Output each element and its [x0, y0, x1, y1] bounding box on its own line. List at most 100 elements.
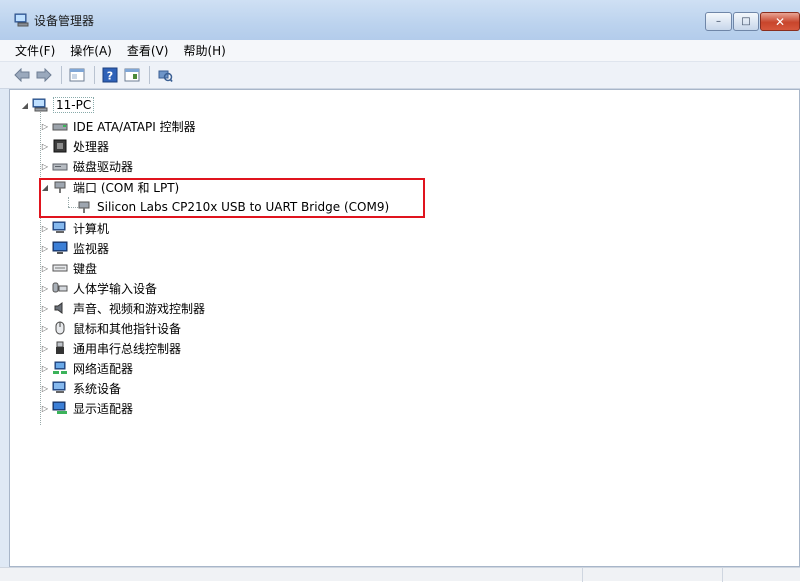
display-adapter-icon — [52, 401, 68, 415]
back-button[interactable] — [12, 65, 32, 85]
tree-root-label: 11-PC — [53, 97, 95, 113]
processor-icon — [52, 139, 68, 153]
expand-arrow-icon[interactable]: ▷ — [40, 403, 50, 413]
menu-action[interactable]: 操作(A) — [70, 42, 112, 59]
status-bar-segment — [582, 568, 722, 582]
tree-item-label: 监视器 — [73, 241, 110, 256]
tree-item[interactable]: ▷ 键盘 — [40, 259, 97, 277]
scan-hardware-icon — [158, 70, 173, 83]
tree-item[interactable]: ▷ 系统设备 — [40, 379, 121, 397]
tree-item[interactable]: ▷ 人体学输入设备 — [40, 279, 157, 297]
tree-item-ports[interactable]: ◢ 端口 (COM 和 LPT) — [40, 178, 179, 196]
tree-item-label: 通用串行总线控制器 — [73, 341, 182, 356]
minimize-icon: – — [716, 15, 721, 27]
tree-item-label: 声音、视频和游戏控制器 — [73, 301, 206, 316]
show-hidden-button[interactable] — [122, 65, 142, 85]
expand-arrow-icon[interactable]: ▷ — [40, 303, 50, 313]
expand-arrow-icon[interactable]: ▷ — [40, 383, 50, 393]
tree-item[interactable]: ▷ 鼠标和其他指针设备 — [40, 319, 181, 337]
hid-icon — [52, 281, 68, 295]
usb-icon — [52, 341, 68, 355]
computer-icon — [52, 221, 68, 235]
ide-controller-icon — [52, 119, 68, 133]
tree-item[interactable]: ▷ 网络适配器 — [40, 359, 133, 377]
window-title: 设备管理器 — [34, 14, 95, 28]
tree-item-label: 磁盘驱动器 — [73, 159, 134, 174]
maximize-button[interactable]: □ — [733, 12, 759, 31]
title-bar[interactable]: 设备管理器 – □ ✕ — [0, 0, 800, 40]
properties-button[interactable] — [67, 65, 87, 85]
toolbar-separator — [149, 66, 150, 84]
menu-help[interactable]: 帮助(H) — [183, 42, 225, 59]
tree-connector — [68, 197, 69, 207]
forward-arrow-icon — [36, 68, 52, 82]
tree-item-label: 人体学输入设备 — [73, 281, 158, 296]
tree-item[interactable]: ▷ 磁盘驱动器 — [40, 157, 133, 175]
tree-root[interactable]: ◢ 11-PC — [20, 96, 95, 114]
mouse-icon — [52, 321, 68, 335]
tree-item[interactable]: ▷ IDE ATA/ATAPI 控制器 — [40, 117, 196, 135]
expand-arrow-icon[interactable]: ▷ — [40, 161, 50, 171]
tree-item[interactable]: ▷ 通用串行总线控制器 — [40, 339, 181, 357]
expand-arrow-icon[interactable]: ▷ — [40, 283, 50, 293]
status-bar — [0, 567, 800, 582]
tree-item-label: 显示适配器 — [73, 401, 134, 416]
help-button[interactable]: ? — [100, 65, 120, 85]
scan-hardware-button[interactable] — [155, 65, 175, 85]
toolbar-separator — [61, 66, 62, 84]
close-icon: ✕ — [774, 14, 786, 29]
expand-arrow-icon[interactable]: ▷ — [40, 121, 50, 131]
back-arrow-icon — [14, 68, 30, 82]
maximize-icon: □ — [741, 15, 751, 27]
disk-drive-icon — [52, 159, 68, 173]
network-icon — [52, 361, 68, 375]
tree-item-label: 端口 (COM 和 LPT) — [73, 180, 180, 195]
tree-child-label: Silicon Labs CP210x USB to UART Bridge (… — [97, 200, 390, 214]
collapse-arrow-icon[interactable]: ◢ — [40, 182, 50, 192]
tree-item-label: 系统设备 — [73, 381, 122, 396]
forward-button[interactable] — [34, 65, 54, 85]
collapse-arrow-icon[interactable]: ◢ — [20, 100, 30, 110]
toolbar: ? — [0, 62, 800, 89]
system-device-icon — [52, 381, 68, 395]
keyboard-icon — [52, 261, 68, 275]
tree-item[interactable]: ▷ 显示适配器 — [40, 399, 133, 417]
expand-arrow-icon[interactable]: ▷ — [40, 223, 50, 233]
tree-item[interactable]: ▷ 处理器 — [40, 137, 109, 155]
close-button[interactable]: ✕ — [760, 12, 800, 31]
expand-arrow-icon[interactable]: ▷ — [40, 141, 50, 151]
help-icon: ? — [102, 67, 118, 83]
tree-item-label: IDE ATA/ATAPI 控制器 — [73, 119, 196, 134]
tree-item[interactable]: ▷ 声音、视频和游戏控制器 — [40, 299, 205, 317]
device-manager-window: 设备管理器 – □ ✕ 文件(F) 操作(A) 查看(V) 帮助(H) ? ◢ … — [0, 0, 800, 582]
tree-item-label: 鼠标和其他指针设备 — [73, 321, 182, 336]
menu-bar: 文件(F) 操作(A) 查看(V) 帮助(H) — [0, 40, 800, 62]
port-icon — [76, 200, 92, 214]
toolbar-separator — [94, 66, 95, 84]
device-tree: ◢ 11-PC ▷ IDE ATA/ATAPI 控制器 ▷ 处理器 ▷ 磁盘驱动… — [10, 90, 799, 566]
properties-icon — [69, 68, 85, 82]
show-hidden-icon — [124, 68, 140, 82]
status-bar-segment — [722, 568, 800, 582]
expand-arrow-icon[interactable]: ▷ — [40, 343, 50, 353]
expand-arrow-icon[interactable]: ▷ — [40, 263, 50, 273]
device-tree-panel[interactable]: ◢ 11-PC ▷ IDE ATA/ATAPI 控制器 ▷ 处理器 ▷ 磁盘驱动… — [9, 89, 800, 567]
expand-arrow-icon[interactable]: ▷ — [40, 243, 50, 253]
device-manager-icon — [14, 13, 30, 27]
expand-arrow-icon[interactable]: ▷ — [40, 323, 50, 333]
tree-item-label: 处理器 — [73, 139, 110, 154]
tree-item-label: 计算机 — [73, 221, 110, 236]
tree-child-item[interactable]: Silicon Labs CP210x USB to UART Bridge (… — [76, 198, 389, 216]
computer-icon — [32, 98, 48, 112]
speaker-icon — [52, 301, 68, 315]
minimize-button[interactable]: – — [705, 12, 732, 31]
svg-text:?: ? — [107, 70, 113, 83]
tree-item[interactable]: ▷ 计算机 — [40, 219, 109, 237]
tree-item-label: 键盘 — [73, 261, 98, 276]
expand-arrow-icon[interactable]: ▷ — [40, 363, 50, 373]
port-icon — [52, 180, 68, 194]
menu-file[interactable]: 文件(F) — [15, 42, 55, 59]
tree-item[interactable]: ▷ 监视器 — [40, 239, 109, 257]
menu-view[interactable]: 查看(V) — [127, 42, 169, 59]
monitor-icon — [52, 241, 68, 255]
